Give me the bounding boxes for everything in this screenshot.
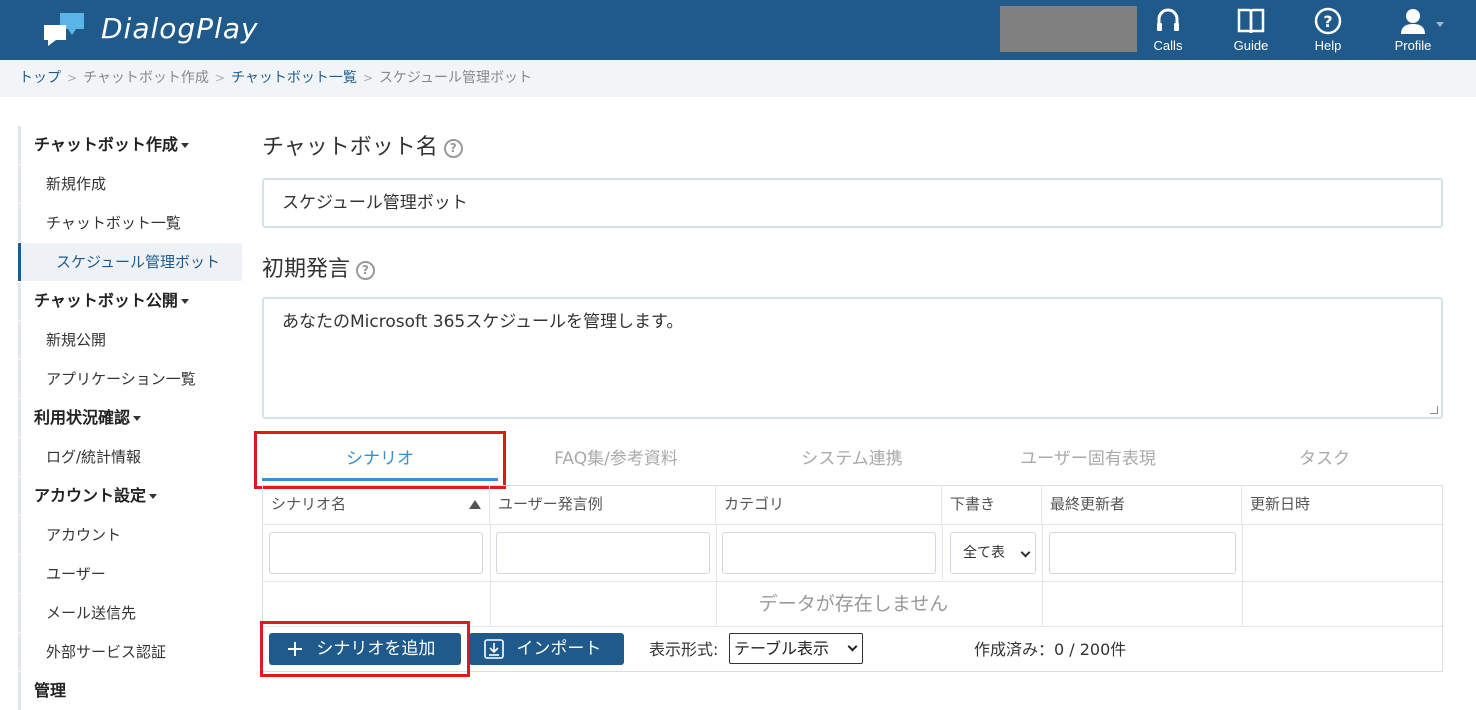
chatbot-name-input[interactable]: スケジュール管理ボット [262, 178, 1443, 228]
help-icon[interactable]: ? [443, 138, 463, 158]
breadcrumb-separator: > [67, 71, 78, 85]
calls-label: Calls [1153, 38, 1183, 53]
column-header[interactable]: ユーザー発言例 [490, 486, 716, 524]
filter-category[interactable] [722, 532, 936, 574]
import-label: インポート [516, 639, 602, 659]
sidebar-item-chatbot-list[interactable]: チャットボット一覧 [18, 204, 242, 242]
sidebar-group-usage[interactable]: 利用状況確認 [18, 399, 242, 437]
resize-handle[interactable] [1430, 406, 1438, 414]
column-header[interactable]: 下書き [942, 486, 1042, 524]
sidebar-item-external-auth[interactable]: 外部サービス認証 [18, 633, 242, 671]
sidebar-group-create[interactable]: チャットボット作成 [18, 126, 242, 164]
breadcrumb: トップ > チャットボット作成 > チャットボット一覧 > スケジュール管理ボット [0, 60, 1476, 97]
top-bar: DialogPlay Calls Guide ? Help Profile [0, 0, 1476, 60]
column-header[interactable]: シナリオ名 [263, 486, 490, 524]
import-button[interactable]: インポート [469, 633, 624, 665]
caret-down-icon [180, 143, 189, 148]
help-nav[interactable]: ? Help [1303, 6, 1353, 56]
profile-nav[interactable]: Profile [1386, 6, 1440, 56]
sidebar: チャットボット作成 新規作成 チャットボット一覧 スケジュール管理ボット チャッ… [18, 126, 242, 710]
caret-down-icon [180, 299, 189, 304]
sidebar-item-logs[interactable]: ログ/統計情報 [18, 438, 242, 476]
profile-dropdown-icon[interactable] [1436, 22, 1444, 27]
tab-system[interactable]: システム連携 [734, 439, 970, 481]
sidebar-item-new-publish[interactable]: 新規公開 [18, 321, 242, 359]
breadcrumb-create: チャットボット作成 [83, 70, 209, 86]
row-divider [263, 524, 1444, 525]
filter-last-updater[interactable] [1049, 532, 1236, 574]
chevron-down-icon [847, 641, 858, 652]
format-value: テーブル表示 [734, 639, 830, 658]
greeting-textarea[interactable]: あなたのMicrosoft 365スケジュールを管理します。 [262, 297, 1443, 419]
guide-nav[interactable]: Guide [1226, 6, 1276, 56]
sidebar-item-new[interactable]: 新規作成 [18, 165, 242, 203]
filter-draft-value: 全て表 [963, 545, 1005, 561]
sidebar-group-admin[interactable]: 管理 [18, 672, 242, 710]
column-header[interactable]: カテゴリ [716, 486, 942, 524]
sidebar-group-label: アカウント設定 [34, 486, 147, 505]
tab-task[interactable]: タスク [1206, 439, 1443, 481]
sidebar-group-label: 利用状況確認 [34, 408, 131, 427]
help-icon[interactable]: ? [356, 260, 376, 280]
sidebar-group-publish[interactable]: チャットボット公開 [18, 282, 242, 320]
breadcrumb-top[interactable]: トップ [19, 70, 61, 86]
redacted-box [1000, 6, 1137, 52]
svg-text:?: ? [1323, 12, 1332, 31]
logo-icon[interactable] [42, 11, 86, 47]
greeting-heading: 初期発言? [262, 251, 376, 283]
book-icon [1237, 8, 1265, 34]
sidebar-item-mail[interactable]: メール送信先 [18, 594, 242, 632]
empty-message: データが存在しません [758, 593, 949, 615]
user-icon [1401, 9, 1425, 34]
sort-ascending-icon[interactable] [469, 500, 481, 509]
tab-faq[interactable]: FAQ集/参考資料 [498, 439, 734, 481]
chatbot-name-label: チャットボット名 [262, 135, 438, 160]
highlight-box [254, 431, 506, 489]
filter-draft-select[interactable]: 全て表 [950, 532, 1036, 574]
sidebar-group-label: 管理 [34, 681, 67, 700]
tab-user-entity[interactable]: ユーザー固有表現 [970, 439, 1206, 481]
column-header[interactable]: 更新日時 [1242, 486, 1444, 524]
filter-user-utterance[interactable] [496, 532, 710, 574]
breadcrumb-chatbot-list[interactable]: チャットボット一覧 [231, 70, 357, 86]
format-select[interactable]: テーブル表示 [729, 633, 863, 664]
help-label: Help [1314, 38, 1342, 53]
column-divider [942, 524, 943, 580]
caret-down-icon [133, 416, 142, 421]
format-label: 表示形式: [649, 640, 719, 659]
created-count: 作成済み：0 / 200件 [974, 640, 1127, 659]
chevron-down-icon [1020, 547, 1031, 558]
calls-nav[interactable]: Calls [1143, 6, 1193, 56]
profile-label: Profile [1394, 38, 1432, 53]
greeting-text: あなたのMicrosoft 365スケジュールを管理します。 [282, 312, 684, 332]
brand-name[interactable]: DialogPlay [101, 12, 259, 45]
sidebar-item-schedule-bot[interactable]: スケジュール管理ボット [18, 243, 242, 281]
question-icon: ? [1314, 7, 1342, 35]
import-icon [484, 639, 504, 659]
breadcrumb-separator: > [214, 71, 225, 85]
sidebar-group-label: チャットボット作成 [34, 135, 178, 154]
column-header-label: シナリオ名 [271, 495, 347, 513]
filter-scenario-name[interactable] [269, 532, 483, 574]
sidebar-item-users[interactable]: ユーザー [18, 555, 242, 593]
breadcrumb-separator: > [362, 71, 373, 85]
sidebar-group-account[interactable]: アカウント設定 [18, 477, 242, 515]
caret-down-icon [149, 494, 158, 499]
row-divider [263, 581, 1444, 582]
breadcrumb-current: スケジュール管理ボット [378, 70, 532, 86]
sidebar-item-account[interactable]: アカウント [18, 516, 242, 554]
sidebar-item-app-list[interactable]: アプリケーション一覧 [18, 360, 242, 398]
guide-label: Guide [1233, 38, 1269, 53]
column-header[interactable]: 最終更新者 [1042, 486, 1242, 524]
chatbot-name-heading: チャットボット名? [262, 129, 463, 161]
highlight-box [260, 621, 470, 677]
greeting-label: 初期発言 [262, 257, 351, 282]
sidebar-group-label: チャットボット公開 [34, 291, 178, 310]
headset-icon [1157, 8, 1179, 31]
